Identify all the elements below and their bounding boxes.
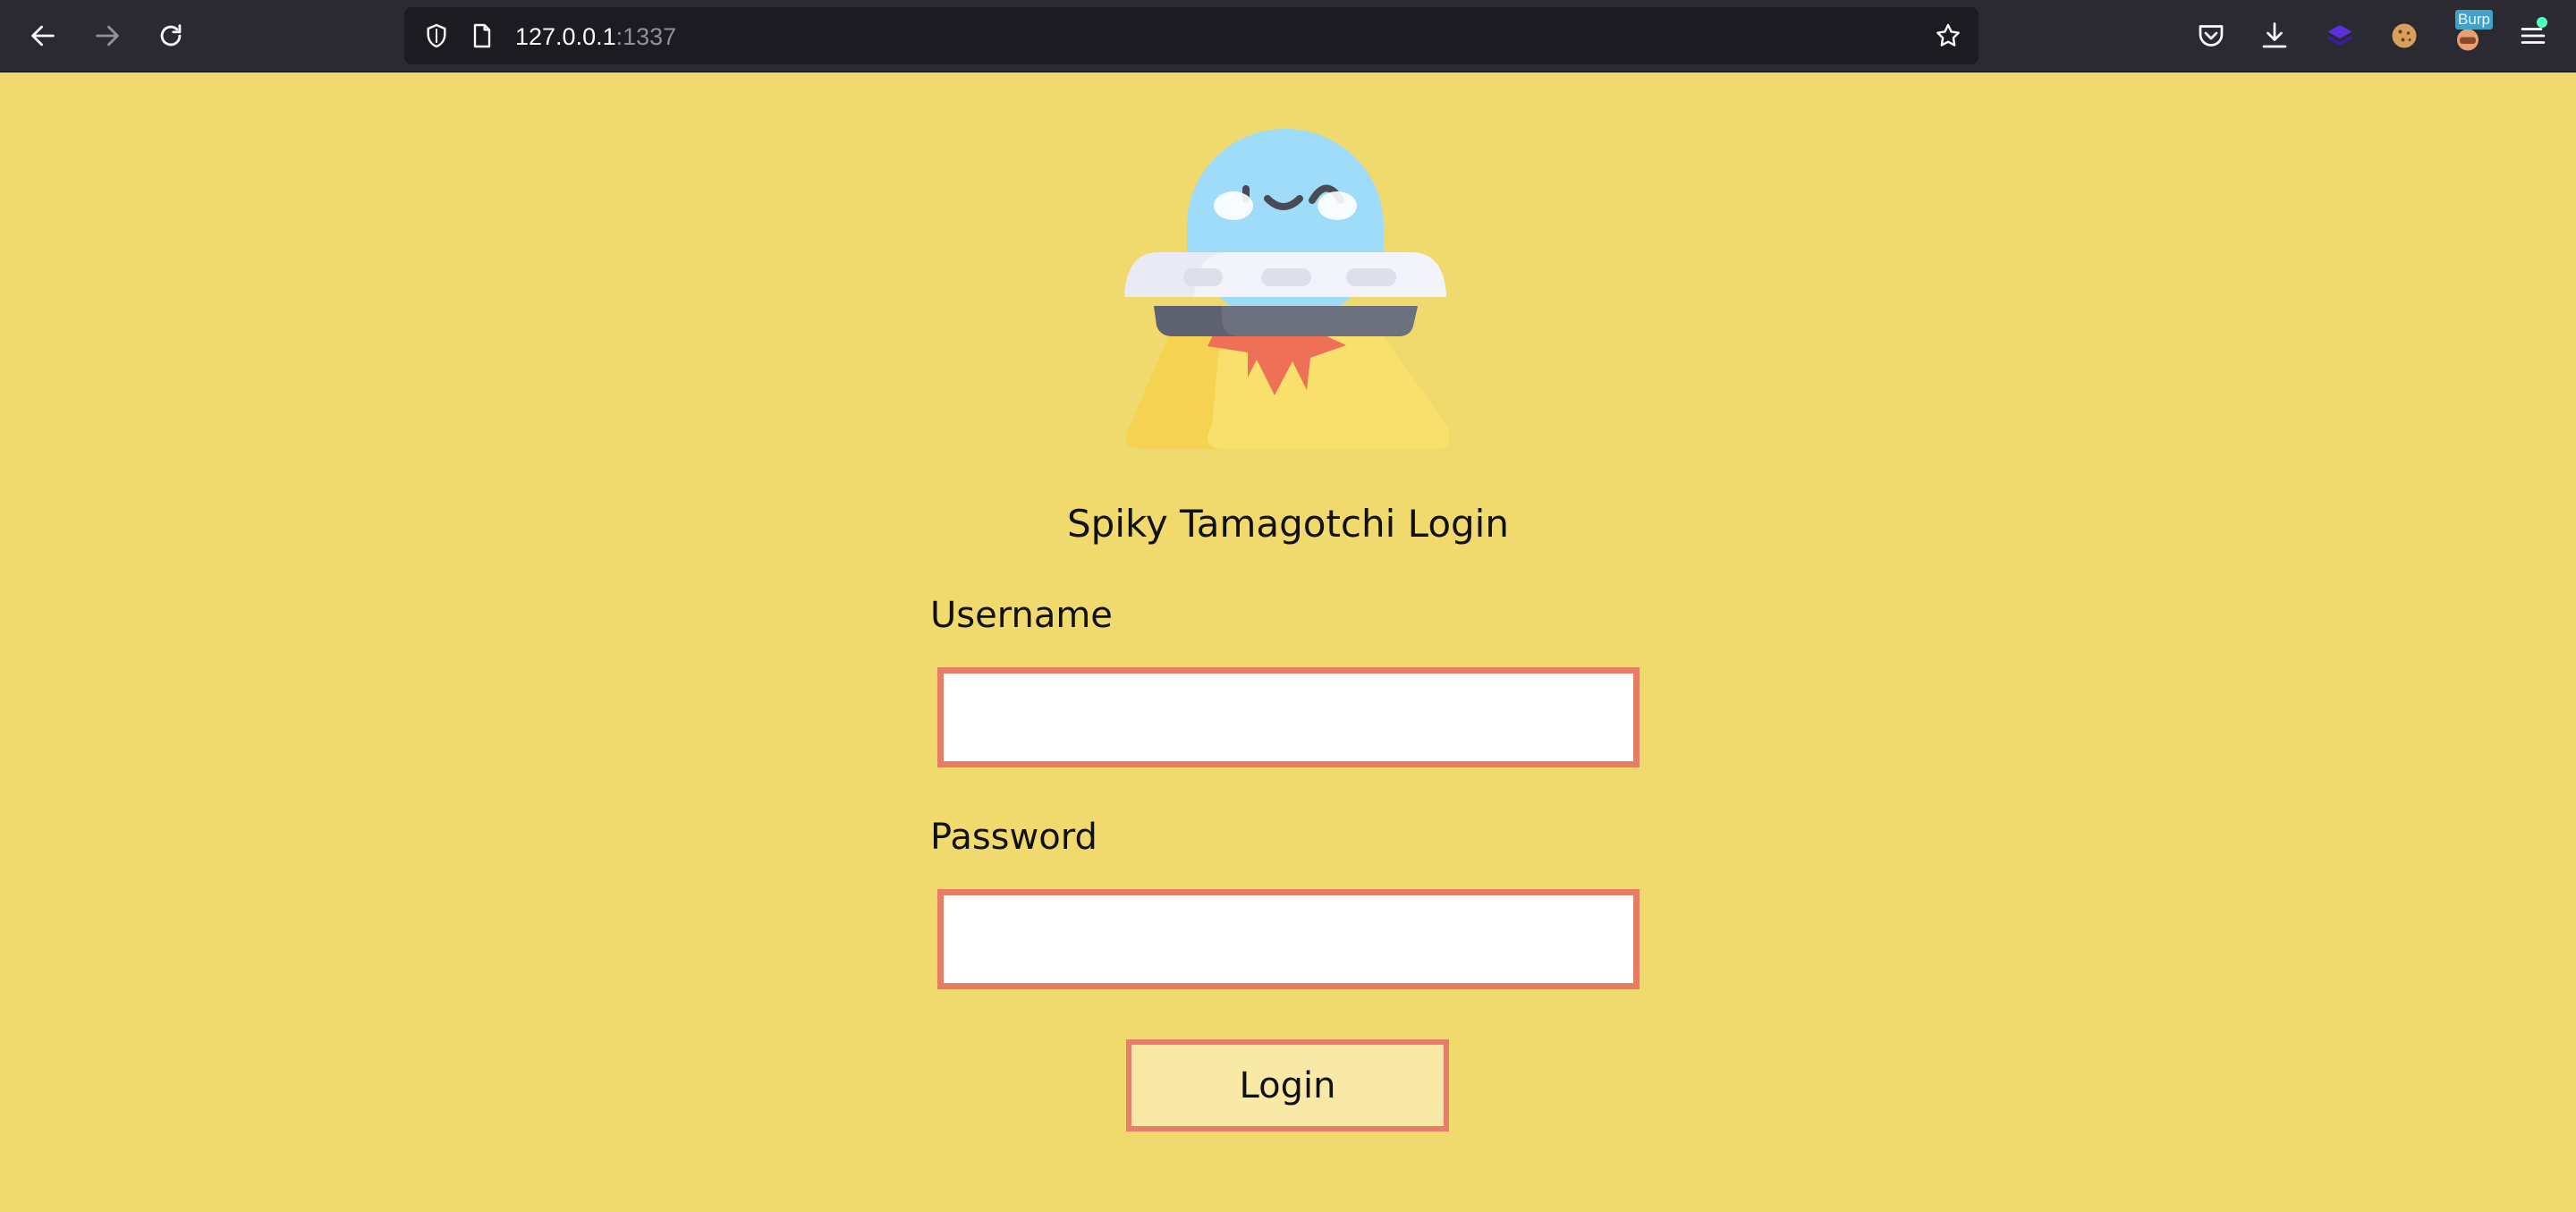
username-input[interactable] [937,667,1640,767]
ufo-mascot-image [1124,129,1449,449]
update-notification-dot [2537,17,2547,28]
tracking-shield-icon[interactable] [421,21,452,51]
login-button[interactable]: Login [1126,1039,1449,1131]
forward-arrow-icon [96,25,119,47]
reload-button[interactable] [149,14,192,57]
url-text[interactable]: 127.0.0.1:1337 [515,21,676,52]
username-label: Username [930,595,1113,636]
back-arrow-icon [31,25,55,47]
browser-toolbar: 127.0.0.1:1337 Burp [0,0,2576,72]
cookie-extension-button[interactable] [2385,16,2424,55]
extension-stack-icon [2326,25,2353,46]
password-input[interactable] [937,889,1640,989]
back-button[interactable] [21,14,64,57]
url-port: :1337 [615,23,677,50]
cookie-icon [2392,23,2417,48]
password-label: Password [930,817,1097,858]
extension-stack-button[interactable] [2320,16,2360,55]
page-title: Spiky Tamagotchi Login [1067,502,1509,546]
reload-icon [160,24,182,47]
url-bar[interactable]: 127.0.0.1:1337 [404,7,1979,64]
login-page: Spiky Tamagotchi Login Username Password… [0,73,2576,1212]
bookmark-star-icon[interactable] [1933,21,1963,51]
burp-badge: Burp [2455,10,2493,30]
download-icon [2262,22,2287,48]
url-host: 127.0.0.1 [515,23,616,50]
downloads-button[interactable] [2255,16,2294,55]
page-icon[interactable] [467,21,497,51]
forward-button[interactable] [86,14,129,57]
pocket-button[interactable] [2191,16,2231,55]
pocket-icon [2199,25,2224,47]
